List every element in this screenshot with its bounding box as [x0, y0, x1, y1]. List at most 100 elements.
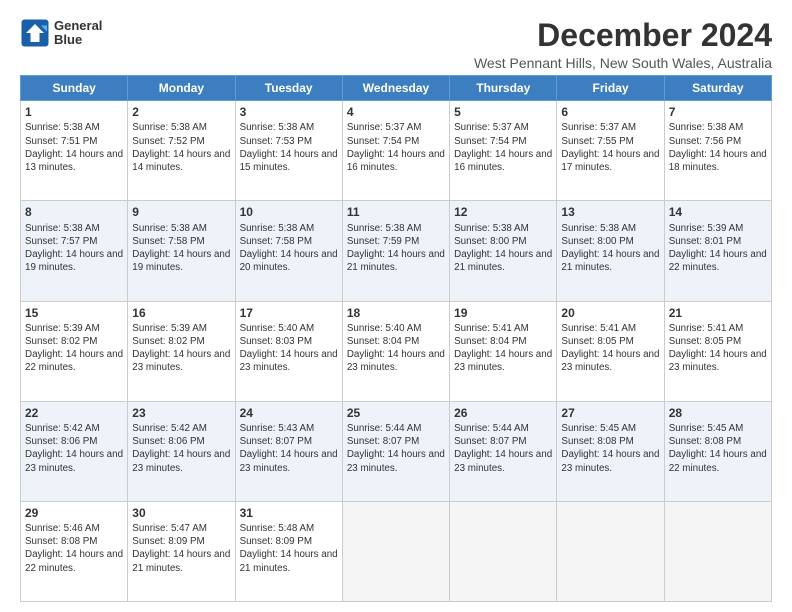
- day-number: 4: [347, 104, 445, 120]
- calendar-cell: 6Sunrise: 5:37 AMSunset: 7:55 PMDaylight…: [557, 101, 664, 201]
- daylight-text: Daylight: 14 hours and 23 minutes.: [25, 448, 123, 474]
- sunrise-text: Sunrise: 5:45 AM: [561, 422, 659, 435]
- day-number: 31: [240, 505, 338, 521]
- calendar-row-3: 22Sunrise: 5:42 AMSunset: 8:06 PMDayligh…: [21, 401, 772, 501]
- calendar-cell: 24Sunrise: 5:43 AMSunset: 8:07 PMDayligh…: [235, 401, 342, 501]
- daylight-text: Daylight: 14 hours and 16 minutes.: [454, 148, 552, 174]
- day-number: 19: [454, 305, 552, 321]
- sunset-text: Sunset: 8:06 PM: [25, 435, 123, 448]
- sunset-text: Sunset: 8:03 PM: [240, 335, 338, 348]
- day-number: 15: [25, 305, 123, 321]
- calendar-cell: 31Sunrise: 5:48 AMSunset: 8:09 PMDayligh…: [235, 501, 342, 601]
- day-number: 30: [132, 505, 230, 521]
- header-cell-tuesday: Tuesday: [235, 76, 342, 101]
- calendar-row-2: 15Sunrise: 5:39 AMSunset: 8:02 PMDayligh…: [21, 301, 772, 401]
- calendar-cell: 12Sunrise: 5:38 AMSunset: 8:00 PMDayligh…: [450, 201, 557, 301]
- day-number: 10: [240, 204, 338, 220]
- sunrise-text: Sunrise: 5:44 AM: [454, 422, 552, 435]
- daylight-text: Daylight: 14 hours and 23 minutes.: [132, 348, 230, 374]
- day-number: 26: [454, 405, 552, 421]
- calendar-cell: [664, 501, 771, 601]
- sunrise-text: Sunrise: 5:48 AM: [240, 522, 338, 535]
- sunset-text: Sunset: 7:54 PM: [347, 135, 445, 148]
- daylight-text: Daylight: 14 hours and 21 minutes.: [561, 248, 659, 274]
- day-number: 25: [347, 405, 445, 421]
- logo-text: General Blue: [54, 19, 102, 48]
- daylight-text: Daylight: 14 hours and 22 minutes.: [25, 548, 123, 574]
- sunrise-text: Sunrise: 5:38 AM: [240, 222, 338, 235]
- calendar-cell: 15Sunrise: 5:39 AMSunset: 8:02 PMDayligh…: [21, 301, 128, 401]
- calendar-cell: 23Sunrise: 5:42 AMSunset: 8:06 PMDayligh…: [128, 401, 235, 501]
- day-number: 2: [132, 104, 230, 120]
- calendar-row-0: 1Sunrise: 5:38 AMSunset: 7:51 PMDaylight…: [21, 101, 772, 201]
- calendar-cell: 26Sunrise: 5:44 AMSunset: 8:07 PMDayligh…: [450, 401, 557, 501]
- sunset-text: Sunset: 7:56 PM: [669, 135, 767, 148]
- calendar-cell: 11Sunrise: 5:38 AMSunset: 7:59 PMDayligh…: [342, 201, 449, 301]
- header-cell-sunday: Sunday: [21, 76, 128, 101]
- sunrise-text: Sunrise: 5:38 AM: [25, 222, 123, 235]
- sunrise-text: Sunrise: 5:37 AM: [454, 121, 552, 134]
- day-number: 8: [25, 204, 123, 220]
- sunset-text: Sunset: 7:53 PM: [240, 135, 338, 148]
- daylight-text: Daylight: 14 hours and 21 minutes.: [347, 248, 445, 274]
- day-number: 23: [132, 405, 230, 421]
- daylight-text: Daylight: 14 hours and 23 minutes.: [561, 448, 659, 474]
- daylight-text: Daylight: 14 hours and 23 minutes.: [561, 348, 659, 374]
- day-number: 24: [240, 405, 338, 421]
- daylight-text: Daylight: 14 hours and 21 minutes.: [132, 548, 230, 574]
- sunrise-text: Sunrise: 5:39 AM: [132, 322, 230, 335]
- header-cell-thursday: Thursday: [450, 76, 557, 101]
- calendar-cell: 16Sunrise: 5:39 AMSunset: 8:02 PMDayligh…: [128, 301, 235, 401]
- sunset-text: Sunset: 8:08 PM: [25, 535, 123, 548]
- sunrise-text: Sunrise: 5:40 AM: [240, 322, 338, 335]
- calendar-cell: 29Sunrise: 5:46 AMSunset: 8:08 PMDayligh…: [21, 501, 128, 601]
- sunset-text: Sunset: 8:06 PM: [132, 435, 230, 448]
- main-title: December 2024: [474, 18, 772, 53]
- daylight-text: Daylight: 14 hours and 18 minutes.: [669, 148, 767, 174]
- calendar-cell: 3Sunrise: 5:38 AMSunset: 7:53 PMDaylight…: [235, 101, 342, 201]
- daylight-text: Daylight: 14 hours and 22 minutes.: [25, 348, 123, 374]
- day-number: 13: [561, 204, 659, 220]
- sunset-text: Sunset: 8:04 PM: [454, 335, 552, 348]
- sunrise-text: Sunrise: 5:47 AM: [132, 522, 230, 535]
- sunset-text: Sunset: 8:07 PM: [347, 435, 445, 448]
- sunrise-text: Sunrise: 5:37 AM: [347, 121, 445, 134]
- sunrise-text: Sunrise: 5:38 AM: [132, 222, 230, 235]
- calendar-table: SundayMondayTuesdayWednesdayThursdayFrid…: [20, 75, 772, 602]
- sunrise-text: Sunrise: 5:42 AM: [132, 422, 230, 435]
- header-row: SundayMondayTuesdayWednesdayThursdayFrid…: [21, 76, 772, 101]
- sunset-text: Sunset: 8:02 PM: [132, 335, 230, 348]
- calendar-cell: 17Sunrise: 5:40 AMSunset: 8:03 PMDayligh…: [235, 301, 342, 401]
- logo-line2: Blue: [54, 33, 102, 47]
- sunrise-text: Sunrise: 5:39 AM: [669, 222, 767, 235]
- calendar-header: SundayMondayTuesdayWednesdayThursdayFrid…: [21, 76, 772, 101]
- sunset-text: Sunset: 8:01 PM: [669, 235, 767, 248]
- header: General Blue December 2024 West Pennant …: [20, 18, 772, 71]
- calendar-row-4: 29Sunrise: 5:46 AMSunset: 8:08 PMDayligh…: [21, 501, 772, 601]
- logo: General Blue: [20, 18, 102, 48]
- daylight-text: Daylight: 14 hours and 14 minutes.: [132, 148, 230, 174]
- calendar-cell: 2Sunrise: 5:38 AMSunset: 7:52 PMDaylight…: [128, 101, 235, 201]
- calendar-row-1: 8Sunrise: 5:38 AMSunset: 7:57 PMDaylight…: [21, 201, 772, 301]
- day-number: 11: [347, 204, 445, 220]
- daylight-text: Daylight: 14 hours and 23 minutes.: [240, 448, 338, 474]
- sunset-text: Sunset: 8:07 PM: [454, 435, 552, 448]
- day-number: 14: [669, 204, 767, 220]
- calendar-cell: 9Sunrise: 5:38 AMSunset: 7:58 PMDaylight…: [128, 201, 235, 301]
- sunset-text: Sunset: 7:58 PM: [240, 235, 338, 248]
- sunrise-text: Sunrise: 5:38 AM: [669, 121, 767, 134]
- header-cell-monday: Monday: [128, 76, 235, 101]
- calendar-cell: 13Sunrise: 5:38 AMSunset: 8:00 PMDayligh…: [557, 201, 664, 301]
- sunset-text: Sunset: 8:00 PM: [454, 235, 552, 248]
- calendar-body: 1Sunrise: 5:38 AMSunset: 7:51 PMDaylight…: [21, 101, 772, 602]
- calendar-cell: 10Sunrise: 5:38 AMSunset: 7:58 PMDayligh…: [235, 201, 342, 301]
- day-number: 6: [561, 104, 659, 120]
- daylight-text: Daylight: 14 hours and 23 minutes.: [669, 348, 767, 374]
- calendar-cell: 8Sunrise: 5:38 AMSunset: 7:57 PMDaylight…: [21, 201, 128, 301]
- day-number: 22: [25, 405, 123, 421]
- sunset-text: Sunset: 8:05 PM: [669, 335, 767, 348]
- sunset-text: Sunset: 8:07 PM: [240, 435, 338, 448]
- header-cell-saturday: Saturday: [664, 76, 771, 101]
- logo-icon: [20, 18, 50, 48]
- sunset-text: Sunset: 8:08 PM: [561, 435, 659, 448]
